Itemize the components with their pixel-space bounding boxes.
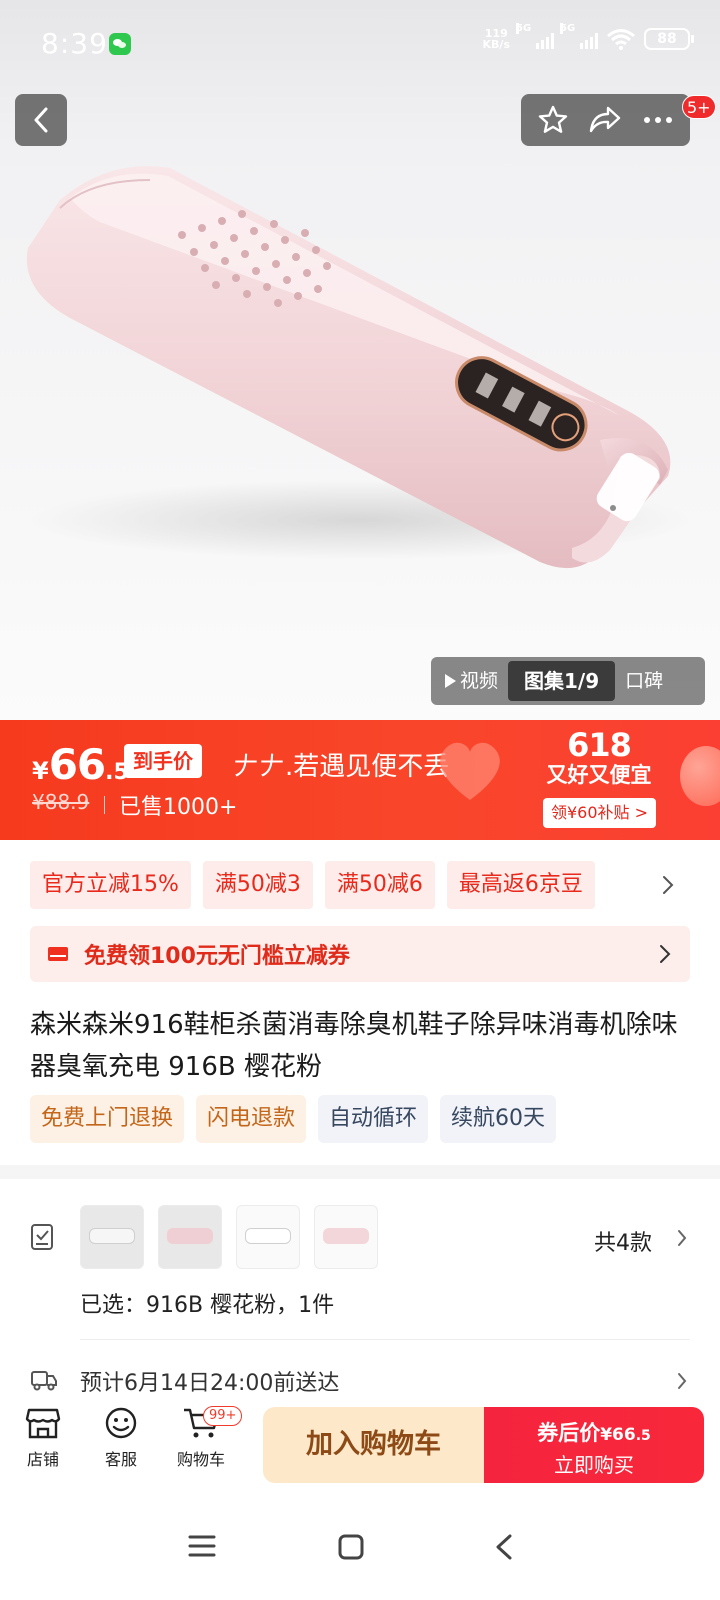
product-image[interactable]	[0, 140, 720, 610]
service-tag[interactable]: 自动循环	[318, 1095, 429, 1143]
delivery-estimate[interactable]: 预计6月14日24:00前送达	[80, 1365, 339, 1397]
coupon-chip[interactable]: 满50减3	[202, 861, 313, 909]
store-button[interactable]: 店铺	[8, 1406, 78, 1470]
free-coupon-banner[interactable]: 免费领100元无门槛立减券	[30, 926, 690, 982]
final-price-tag: 到手价	[124, 744, 202, 778]
back-nav-icon[interactable]	[493, 1533, 515, 1561]
section-divider	[0, 1165, 720, 1179]
store-icon	[25, 1408, 61, 1439]
status-bar: 8:39 119 KB/s 5G 5G 88	[0, 0, 720, 88]
price-banner: ¥ 66 .5 到手价 𠂇𠂇.若遇见便不丢 ¥88.9 已售1000+ 618 …	[0, 720, 720, 840]
status-time: 8:39	[41, 27, 108, 60]
variant-thumb-pink[interactable]	[158, 1205, 222, 1269]
more-button[interactable]	[636, 98, 680, 142]
star-icon	[538, 105, 568, 133]
network-speed: 119 KB/s	[482, 27, 510, 51]
variant-thumbnails	[80, 1205, 378, 1269]
bottom-action-bar: 店铺 客服 购物车 99+ 加入购物车 券后价¥66.5 立即购买	[0, 1402, 720, 1492]
wechat-icon	[109, 33, 131, 55]
buy-now-label: 立即购买	[554, 1453, 634, 1477]
618-promo: 618 又好又便宜	[546, 726, 652, 787]
home-icon[interactable]	[337, 1533, 365, 1561]
promo-slogan: 𠂇𠂇.若遇见便不丢	[233, 752, 450, 782]
add-to-cart-button[interactable]: 加入购物车	[263, 1407, 484, 1483]
heart-decoration	[440, 742, 500, 800]
coupon-price: 券后价¥66.5	[537, 1421, 651, 1445]
chevron-right-icon[interactable]	[660, 873, 676, 897]
wifi-icon	[607, 29, 635, 50]
buy-now-button[interactable]: 券后价¥66.5 立即购买	[484, 1407, 704, 1483]
variant-count[interactable]: 共4款	[594, 1225, 652, 1257]
back-button[interactable]	[15, 94, 67, 146]
service-tags: 免费上门退换 闪电退款 自动循环 续航60天	[30, 1095, 557, 1143]
media-tabs: 视频 图集1/9 口碑	[431, 657, 705, 705]
current-price: ¥ 66 .5	[32, 740, 129, 789]
cart-badge: 99+	[203, 1406, 243, 1426]
service-tag[interactable]: 续航60天	[440, 1095, 557, 1143]
system-navigation-bar	[0, 1495, 720, 1600]
balloon-decoration	[680, 746, 720, 806]
subsidy-button[interactable]: 领¥60补贴 >	[543, 798, 657, 828]
play-icon	[445, 674, 456, 688]
coupon-list: 官方立减15% 满50减3 满50减6 最高返6京豆	[30, 861, 690, 909]
product-title: 森米森米916鞋柜杀菌消毒除臭机鞋子除异味消毒机除味器臭氧充电 916B 樱花粉	[30, 1010, 678, 1082]
variant-thumb-white[interactable]	[80, 1205, 144, 1269]
chevron-right-icon	[660, 945, 671, 963]
back-icon	[34, 107, 48, 133]
product-gallery[interactable]: 8:39 119 KB/s 5G 5G 88 5+ 视频 图集1/9 口碑	[0, 0, 720, 720]
truck-icon	[31, 1371, 57, 1391]
service-icon	[105, 1407, 137, 1439]
service-tag[interactable]: 免费上门退换	[30, 1095, 185, 1143]
divider	[104, 796, 105, 814]
top-action-group	[521, 94, 690, 146]
variant-thumb-white-2[interactable]	[236, 1205, 300, 1269]
variant-thumb-pink-2[interactable]	[314, 1205, 378, 1269]
ticket-icon	[48, 947, 68, 961]
battery-indicator: 88	[644, 28, 694, 50]
favorite-button[interactable]	[531, 98, 575, 142]
coupon-chip[interactable]: 官方立减15%	[30, 861, 191, 909]
customer-service-button[interactable]: 客服	[86, 1406, 156, 1470]
spec-icon	[31, 1224, 53, 1250]
sold-count: 已售1000+	[119, 795, 238, 820]
tab-video[interactable]: 视频	[435, 661, 508, 701]
tab-reviews[interactable]: 口碑	[615, 661, 673, 701]
chevron-right-icon[interactable]	[676, 1228, 688, 1248]
signal-icon-2: 5G	[560, 23, 598, 49]
coupon-chip[interactable]: 最高返6京豆	[446, 861, 595, 909]
more-icon	[643, 117, 672, 123]
chevron-right-icon[interactable]	[676, 1371, 688, 1391]
original-price: ¥88.9	[32, 790, 90, 814]
menu-icon[interactable]	[187, 1533, 217, 1559]
selected-spec[interactable]: 已选：916B 樱花粉，1件	[80, 1287, 334, 1319]
message-badge: 5+	[682, 95, 716, 119]
service-tag[interactable]: 闪电退款	[196, 1095, 307, 1143]
tab-gallery[interactable]: 图集1/9	[508, 661, 616, 701]
coupon-chip[interactable]: 满50减6	[324, 861, 435, 909]
share-button[interactable]	[583, 98, 627, 142]
free-coupon-text: 免费领100元无门槛立减券	[84, 944, 350, 969]
signal-icon: 5G	[516, 23, 554, 49]
divider	[80, 1339, 690, 1340]
share-icon	[590, 106, 621, 133]
